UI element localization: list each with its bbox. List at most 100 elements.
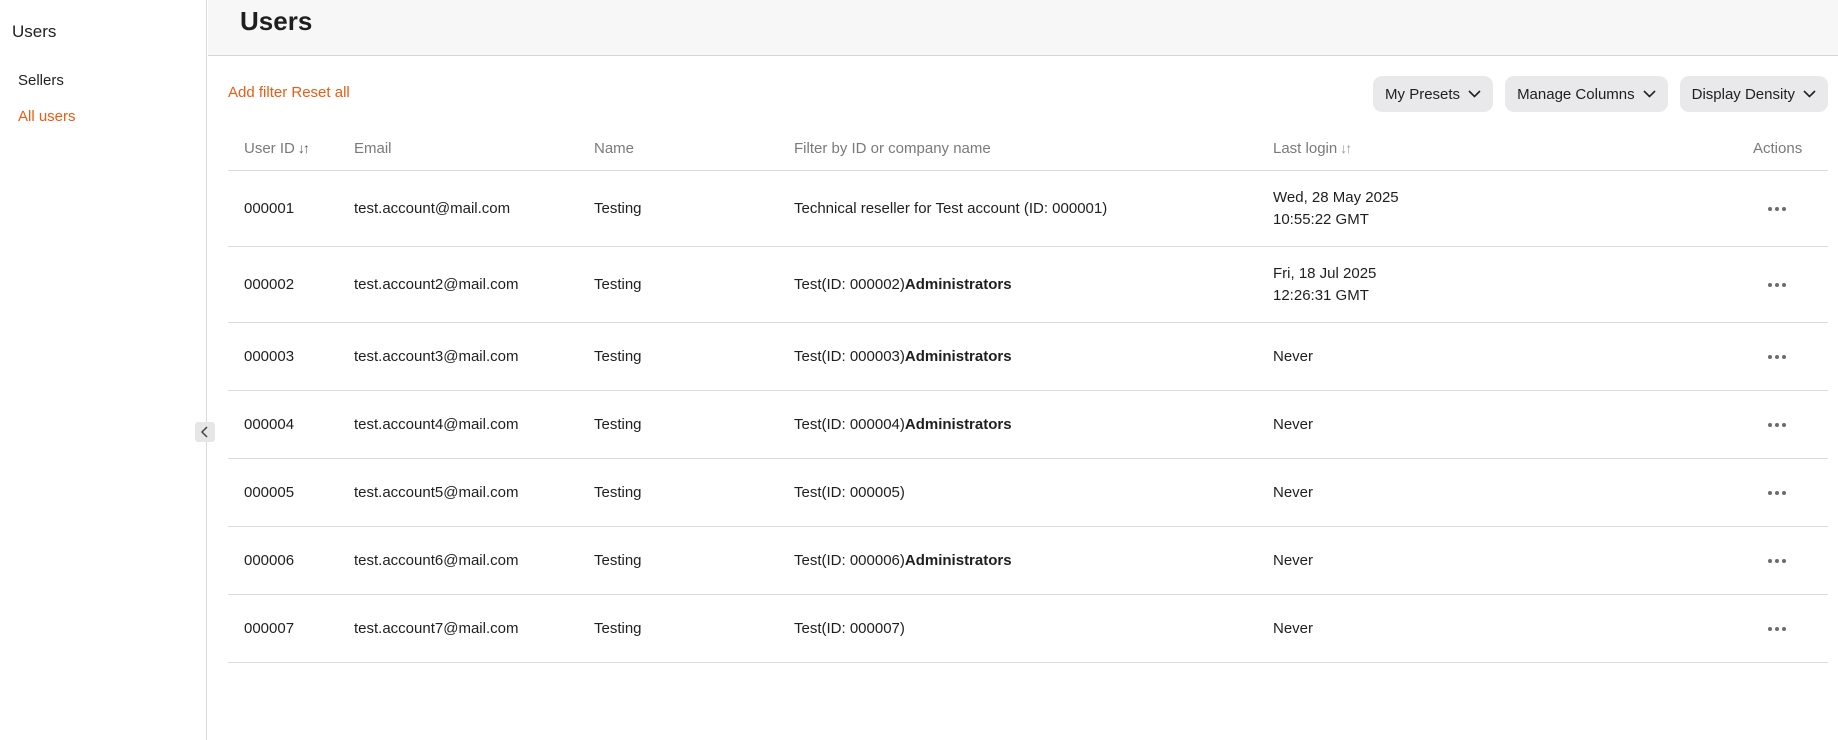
company-cell: Test(ID: 000005) [794,459,905,526]
name-cell: Testing [594,276,642,293]
last-login-cell: Never [1273,348,1314,365]
page-title: Users [240,6,313,36]
table-header-row: User ID ↓↑ Email Name Filter by ID or co… [228,126,1828,171]
table-row[interactable]: 000002 test.account2@mail.com Testing Test(… [228,247,1828,323]
more-horizontal-icon [1768,206,1786,211]
sort-arrows-icon[interactable]: ↓↑ [1340,140,1352,156]
chevron-down-icon [1643,90,1656,98]
sort-arrows-icon[interactable]: ↓↑ [298,140,310,156]
more-horizontal-icon [1768,490,1786,495]
column-header-user-id[interactable]: User ID ↓↑ [244,126,310,170]
company-cell: Test(ID: 000003) Administrators [794,323,1012,390]
column-header-company[interactable]: Filter by ID or company name [794,126,991,170]
page-header: Users [208,0,1838,56]
name-cell: Testing [594,200,642,217]
row-actions-button[interactable] [1768,323,1786,390]
company-text: Test(ID: 000006) [794,552,905,569]
column-header-last-login[interactable]: Last login ↓↑ [1273,126,1352,170]
more-horizontal-icon [1768,422,1786,427]
display-density-button[interactable]: Display Density [1679,76,1828,112]
row-actions-button[interactable] [1768,391,1786,458]
user-id-cell: 000004 [244,416,295,433]
chevron-down-icon [1468,90,1481,98]
my-presets-label: My Presets [1385,85,1461,103]
email-cell: test.account3@mail.com [354,348,519,365]
sidebar-item-sellers[interactable]: Sellers [18,72,64,89]
user-id-cell: 000005 [244,484,295,501]
filter-links: Add filter Reset all [228,84,350,101]
row-actions-button[interactable] [1768,171,1786,246]
company-text: Test(ID: 000002) [794,276,905,293]
email-cell: test.account2@mail.com [354,276,519,293]
manage-columns-button[interactable]: Manage Columns [1505,76,1668,112]
company-cell: Technical reseller for Test account (ID:… [794,171,1107,246]
role-label: Administrators [904,416,1012,433]
more-horizontal-icon [1768,282,1786,287]
column-header-label: Last login [1273,139,1338,157]
email-cell: test.account5@mail.com [354,484,519,501]
table-row[interactable]: 000007 test.account7@mail.com Testing Test(… [228,595,1828,663]
more-horizontal-icon [1768,626,1786,631]
last-login-cell: Never [1273,620,1314,637]
table-body: 000001 test.account@mail.com Testing Techni… [228,171,1828,663]
last-login-cell: Never [1273,552,1314,569]
table-row[interactable]: 000006 test.account6@mail.com Testing Test(… [228,527,1828,595]
chevron-down-icon [1803,90,1816,98]
role-label: Administrators [904,276,1012,293]
chevron-left-icon [200,426,208,438]
company-cell: Test(ID: 000006) Administrators [794,527,1012,594]
email-cell: test.account7@mail.com [354,620,519,637]
last-login-cell: Fri, 18 Jul 2025 12:26:31 GMT [1273,247,1376,322]
sidebar: Users Sellers All users [0,0,207,740]
more-horizontal-icon [1768,354,1786,359]
manage-columns-label: Manage Columns [1517,85,1635,103]
row-actions-button[interactable] [1768,595,1786,662]
table-row[interactable]: 000004 test.account4@mail.com Testing Test(… [228,391,1828,459]
table-row[interactable]: 000001 test.account@mail.com Testing Techni… [228,171,1828,247]
login-date: Fri, 18 Jul 2025 [1273,264,1377,282]
sidebar-collapse-button[interactable] [195,422,215,442]
user-id-cell: 000006 [244,552,295,569]
company-cell: Test(ID: 000007) [794,595,905,662]
toolbar-buttons: My Presets Manage Columns Display Densit… [1373,76,1828,112]
name-cell: Testing [594,552,642,569]
toolbar: Add filter Reset all My Presets Manage C… [228,76,1828,112]
email-cell: test.account@mail.com [354,200,511,217]
column-header-actions: Actions [1753,139,1803,157]
reset-all-link[interactable]: Reset all [291,84,349,101]
name-cell: Testing [594,348,642,365]
login-time: 12:26:31 GMT [1273,286,1369,304]
user-id-cell: 000002 [244,276,295,293]
user-id-cell: 000003 [244,348,295,365]
last-login-cell: Never [1273,416,1314,433]
company-text: Test(ID: 000003) [794,348,905,365]
display-density-label: Display Density [1691,85,1795,103]
column-header-email: Email [354,139,392,157]
name-cell: Testing [594,620,642,637]
add-filter-link[interactable]: Add filter [228,84,287,101]
last-login-cell: Never [1273,484,1314,501]
sidebar-title: Users [12,22,57,41]
table-row[interactable]: 000003 test.account3@mail.com Testing Test(… [228,323,1828,391]
company-text: Test(ID: 000005) [794,484,905,501]
name-cell: Testing [594,416,642,433]
table-row[interactable]: 000005 test.account5@mail.com Testing Test(… [228,459,1828,527]
company-text: Test(ID: 000004) [794,416,905,433]
my-presets-button[interactable]: My Presets [1373,76,1494,112]
sidebar-item-all-users[interactable]: All users [18,108,76,125]
column-header-name: Name [594,139,635,157]
login-date: Wed, 28 May 2025 [1273,188,1399,206]
company-cell: Test(ID: 000004) Administrators [794,391,1012,458]
row-actions-button[interactable] [1768,527,1786,594]
more-horizontal-icon [1768,558,1786,563]
company-cell: Test(ID: 000002) Administrators [794,247,1012,322]
user-id-cell: 000001 [244,200,295,217]
login-time: 10:55:22 GMT [1273,210,1369,228]
role-label: Administrators [904,348,1012,365]
column-header-label: User ID [244,139,295,157]
row-actions-button[interactable] [1768,247,1786,322]
company-text: Test(ID: 000007) [794,620,905,637]
email-cell: test.account6@mail.com [354,552,519,569]
row-actions-button[interactable] [1768,459,1786,526]
last-login-cell: Wed, 28 May 2025 10:55:22 GMT [1273,171,1399,246]
